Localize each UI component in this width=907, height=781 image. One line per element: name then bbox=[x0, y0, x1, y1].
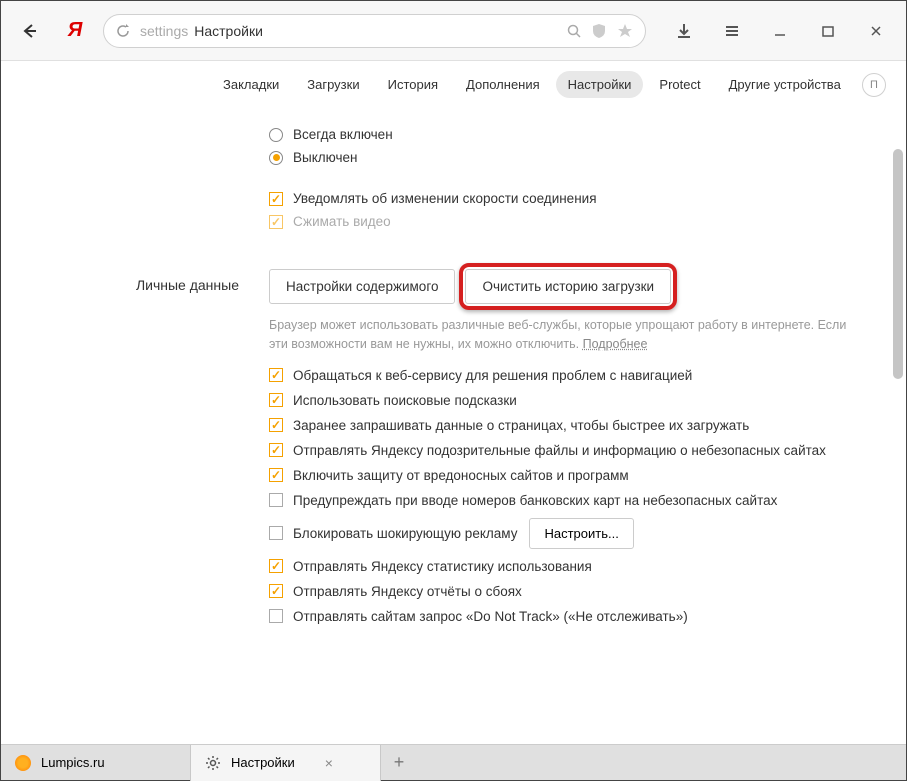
clear-download-history-button[interactable]: Очистить историю загрузки bbox=[465, 269, 671, 304]
new-tab-button[interactable]: + bbox=[381, 745, 417, 781]
maximize-button[interactable] bbox=[808, 13, 848, 49]
bookmark-star-icon[interactable] bbox=[617, 23, 633, 39]
nav-tab-history[interactable]: История bbox=[376, 71, 450, 98]
address-bar[interactable]: settings Настройки bbox=[103, 14, 646, 48]
checkbox-label: Блокировать шокирующую рекламу bbox=[293, 526, 517, 541]
zoom-icon[interactable] bbox=[567, 24, 581, 38]
content-area: Всегда включен Выключен Уведомлять об из… bbox=[1, 109, 906, 723]
checkbox-icon[interactable] bbox=[269, 418, 283, 432]
checkbox-icon[interactable] bbox=[269, 559, 283, 573]
gear-icon bbox=[205, 755, 221, 771]
radio-label: Выключен bbox=[293, 150, 357, 165]
titlebar: Я settings Настройки bbox=[1, 1, 906, 61]
browser-tab-lumpics[interactable]: Lumpics.ru bbox=[1, 745, 191, 781]
downloads-button[interactable] bbox=[664, 13, 704, 49]
checkbox-icon[interactable] bbox=[269, 526, 283, 540]
checkbox-icon[interactable] bbox=[269, 609, 283, 623]
radio-label: Всегда включен bbox=[293, 127, 393, 142]
radio-row[interactable]: Выключен bbox=[269, 150, 876, 165]
configure-button[interactable]: Настроить... bbox=[529, 518, 633, 549]
checkbox-label: Предупреждать при вводе номеров банковск… bbox=[293, 493, 777, 508]
section-label: Личные данные bbox=[31, 269, 269, 634]
radio-icon[interactable] bbox=[269, 151, 283, 165]
shield-icon[interactable] bbox=[591, 23, 607, 39]
checkbox-label: Включить защиту от вредоносных сайтов и … bbox=[293, 468, 629, 483]
checkbox-icon[interactable] bbox=[269, 192, 283, 206]
nav-tab-bookmarks[interactable]: Закладки bbox=[211, 71, 291, 98]
checkbox-row[interactable]: Отправлять Яндексу подозрительные файлы … bbox=[269, 443, 876, 458]
yandex-logo-icon[interactable]: Я bbox=[63, 19, 87, 43]
checkbox-row[interactable]: Блокировать шокирующую рекламу Настроить.… bbox=[269, 518, 876, 549]
checkbox-icon bbox=[269, 215, 283, 229]
nav-tab-settings[interactable]: Настройки bbox=[556, 71, 644, 98]
personal-data-section: Личные данные Настройки содержимого Очис… bbox=[31, 269, 876, 634]
checkbox-row[interactable]: Уведомлять об изменении скорости соедине… bbox=[269, 191, 876, 206]
nav-tab-other-devices[interactable]: Другие устройства bbox=[717, 71, 853, 98]
checkbox-row[interactable]: Отправлять сайтам запрос «Do Not Track» … bbox=[269, 609, 876, 624]
tab-close-icon[interactable]: × bbox=[325, 755, 333, 771]
checkbox-label: Сжимать видео bbox=[293, 214, 391, 229]
nav-tab-downloads[interactable]: Загрузки bbox=[295, 71, 371, 98]
lumpics-favicon-icon bbox=[15, 755, 31, 771]
checkbox-icon[interactable] bbox=[269, 493, 283, 507]
checkbox-label: Отправлять Яндексу отчёты о сбоях bbox=[293, 584, 522, 599]
checkbox-label: Отправлять Яндексу статистику использова… bbox=[293, 559, 592, 574]
checkbox-icon[interactable] bbox=[269, 468, 283, 482]
checkbox-icon[interactable] bbox=[269, 443, 283, 457]
checkbox-row[interactable]: Отправлять Яндексу статистику использова… bbox=[269, 559, 876, 574]
scrollbar-track[interactable] bbox=[890, 109, 904, 723]
address-prefix: settings bbox=[140, 23, 188, 39]
checkbox-row: Сжимать видео bbox=[269, 214, 876, 229]
checkbox-row[interactable]: Обращаться к веб-сервису для решения про… bbox=[269, 368, 876, 383]
radio-row[interactable]: Всегда включен bbox=[269, 127, 876, 142]
checkbox-row[interactable]: Предупреждать при вводе номеров банковск… bbox=[269, 493, 876, 508]
close-button[interactable] bbox=[856, 13, 896, 49]
checkbox-label: Использовать поисковые подсказки bbox=[293, 393, 517, 408]
checkbox-row[interactable]: Отправлять Яндексу отчёты о сбоях bbox=[269, 584, 876, 599]
checkbox-label: Отправлять Яндексу подозрительные файлы … bbox=[293, 443, 826, 458]
settings-nav-tabs: Закладки Загрузки История Дополнения Нас… bbox=[1, 61, 906, 109]
scrollbar-thumb[interactable] bbox=[893, 149, 903, 379]
content-settings-button[interactable]: Настройки содержимого bbox=[269, 269, 455, 304]
address-title: Настройки bbox=[194, 23, 263, 39]
menu-button[interactable] bbox=[712, 13, 752, 49]
reload-icon[interactable] bbox=[116, 24, 130, 38]
checkbox-label: Обращаться к веб-сервису для решения про… bbox=[293, 368, 692, 383]
checkbox-label: Отправлять сайтам запрос «Do Not Track» … bbox=[293, 609, 688, 624]
checkbox-icon[interactable] bbox=[269, 393, 283, 407]
minimize-button[interactable] bbox=[760, 13, 800, 49]
checkbox-row[interactable]: Включить защиту от вредоносных сайтов и … bbox=[269, 468, 876, 483]
tab-strip: Lumpics.ru Настройки × + bbox=[1, 744, 906, 780]
tab-title: Lumpics.ru bbox=[41, 755, 105, 770]
checkbox-row[interactable]: Заранее запрашивать данные о страницах, … bbox=[269, 418, 876, 433]
section-description: Браузер может использовать различные веб… bbox=[269, 316, 859, 354]
tab-title: Настройки bbox=[231, 755, 295, 770]
nav-tab-protect[interactable]: Protect bbox=[647, 71, 712, 98]
checkbox-label: Заранее запрашивать данные о страницах, … bbox=[293, 418, 749, 433]
radio-icon[interactable] bbox=[269, 128, 283, 142]
browser-tab-settings[interactable]: Настройки × bbox=[191, 745, 381, 781]
checkbox-icon[interactable] bbox=[269, 584, 283, 598]
checkbox-icon[interactable] bbox=[269, 368, 283, 382]
checkbox-label: Уведомлять об изменении скорости соедине… bbox=[293, 191, 597, 206]
more-link[interactable]: Подробнее bbox=[583, 337, 648, 351]
nav-tab-addons[interactable]: Дополнения bbox=[454, 71, 552, 98]
checkbox-row[interactable]: Использовать поисковые подсказки bbox=[269, 393, 876, 408]
back-button[interactable] bbox=[11, 13, 47, 49]
nav-extra-button[interactable]: П bbox=[862, 73, 886, 97]
